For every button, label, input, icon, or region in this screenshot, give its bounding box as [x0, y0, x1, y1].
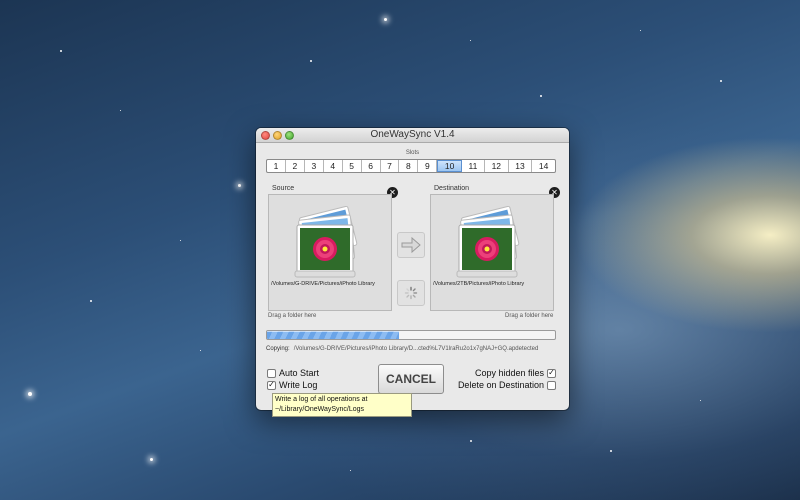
source-drop-zone[interactable]: /Volumes/G-DRIVE/Pictures/iPhoto Library	[268, 194, 392, 311]
write-log-label: Write Log	[279, 380, 318, 390]
checkmark-icon: ✓	[548, 368, 555, 377]
destination-label: Destination	[434, 185, 470, 192]
star	[470, 40, 471, 41]
checkmark-icon: ✓	[268, 380, 275, 389]
sync-arrow-button[interactable]	[397, 232, 425, 258]
star	[150, 458, 153, 461]
copying-path: /Volumes/G-DRIVE/Pictures/iPhoto Library…	[293, 346, 539, 352]
star	[200, 350, 201, 351]
destination-drag-hint: Drag a folder here	[505, 313, 554, 319]
spinner-icon	[404, 286, 418, 300]
onewaysync-window: OneWaySync V1.4 Slots 1 2 3 4 5 6 7 8 9 10 11 12 13 1…	[256, 128, 569, 410]
write-log-tooltip: Write a log of all operations at ~/Libra…	[272, 393, 412, 417]
star	[610, 450, 612, 452]
source-path: /Volumes/G-DRIVE/Pictures/iPhoto Library	[271, 281, 375, 287]
slot-6[interactable]: 6	[362, 160, 381, 172]
star	[90, 300, 92, 302]
delete-on-destination-option[interactable]: Delete on Destination	[458, 380, 556, 390]
slots-segmented-control: 1 2 3 4 5 6 7 8 9 10 11 12 13 14	[266, 159, 556, 173]
star	[60, 50, 62, 52]
delete-on-destination-checkbox[interactable]	[547, 380, 556, 390]
progress-fill	[267, 331, 400, 339]
slot-11[interactable]: 11	[462, 160, 485, 172]
star	[28, 392, 32, 396]
star	[238, 184, 241, 187]
activity-indicator	[397, 280, 425, 306]
star	[180, 240, 181, 241]
destination-path: /Volumes/2TB/Pictures/iPhoto Library	[433, 281, 525, 287]
delete-on-destination-label: Delete on Destination	[457, 380, 544, 390]
slot-13[interactable]: 13	[509, 160, 533, 172]
slot-2[interactable]: 2	[286, 160, 305, 172]
source-drag-hint: Drag a folder here	[268, 313, 317, 319]
write-log-checkbox[interactable]: ✓	[267, 380, 276, 390]
copying-label: Copying:	[266, 346, 290, 352]
source-label: Source	[272, 185, 295, 192]
auto-start-checkbox[interactable]	[267, 368, 276, 378]
star	[540, 95, 542, 97]
arrow-right-icon	[401, 236, 421, 254]
iphoto-library-icon	[456, 205, 520, 278]
slot-1[interactable]: 1	[267, 160, 286, 172]
slot-10[interactable]: 10	[437, 160, 462, 172]
star	[720, 80, 722, 82]
cancel-button[interactable]: CANCEL	[378, 364, 444, 394]
title-bar[interactable]: OneWaySync V1.4	[256, 128, 569, 143]
copy-hidden-files-checkbox[interactable]: ✓	[547, 368, 556, 378]
star	[470, 440, 472, 442]
destination-drop-zone[interactable]: /Volumes/2TB/Pictures/iPhoto Library	[430, 194, 554, 311]
slot-8[interactable]: 8	[399, 160, 419, 172]
slot-14[interactable]: 14	[532, 160, 555, 172]
slot-12[interactable]: 12	[485, 160, 509, 172]
slot-3[interactable]: 3	[305, 160, 324, 172]
slot-7[interactable]: 7	[381, 160, 400, 172]
star	[384, 18, 387, 21]
copy-hidden-files-label: Copy hidden files	[474, 368, 544, 378]
star	[310, 60, 312, 62]
star	[700, 400, 701, 401]
window-title: OneWaySync V1.4	[370, 129, 455, 140]
slots-label: Slots	[405, 150, 420, 156]
write-log-option[interactable]: ✓ Write Log	[267, 380, 317, 390]
iphoto-library-icon	[294, 205, 358, 278]
copying-status: Copying:/Volumes/G-DRIVE/Pictures/iPhoto…	[266, 346, 566, 352]
star	[350, 470, 351, 471]
slot-9[interactable]: 9	[418, 160, 438, 172]
copy-hidden-files-option[interactable]: Copy hidden files ✓	[475, 368, 556, 378]
slot-4[interactable]: 4	[324, 160, 343, 172]
slot-5[interactable]: 5	[343, 160, 362, 172]
auto-start-label: Auto Start	[279, 368, 320, 378]
auto-start-option[interactable]: Auto Start	[267, 368, 319, 378]
progress-bar	[266, 330, 556, 340]
star	[640, 30, 641, 31]
star	[120, 110, 121, 111]
